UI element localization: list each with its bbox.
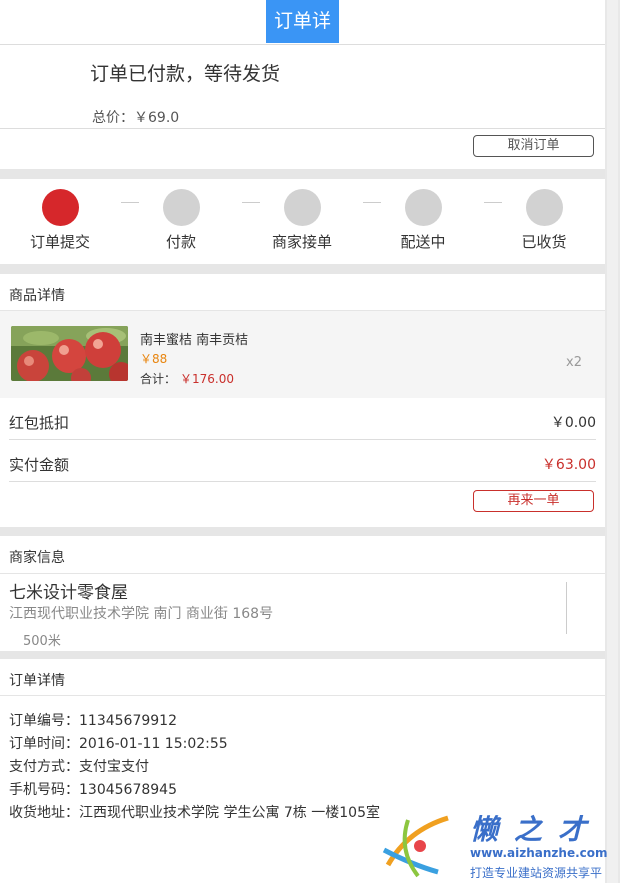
payment-method-label: 支付方式： xyxy=(9,759,79,775)
section-gap xyxy=(0,264,605,274)
step-label-paid: 付款 xyxy=(165,233,196,251)
shop-divider xyxy=(566,582,567,634)
paid-amount-row: 实付金额 ￥63.00 xyxy=(9,440,596,482)
discount-label: 红包抵扣 xyxy=(9,414,70,432)
step-label-delivering: 配送中 xyxy=(400,233,446,251)
order-number-label: 订单编号： xyxy=(9,713,79,729)
header-bar: 订单详情 xyxy=(0,0,605,75)
delivery-address-value: 江西现代职业技术学院 学生公寓 7栋 一楼105室 xyxy=(79,805,380,821)
order-number-value: 11345679912 xyxy=(79,713,177,729)
step-connector xyxy=(363,202,381,203)
order-section-header: 订单详情 xyxy=(0,659,605,696)
step-connector xyxy=(484,202,502,203)
section-gap xyxy=(0,651,605,659)
total-price: 总价：￥69.0 xyxy=(92,107,179,127)
section-gap xyxy=(0,169,605,179)
delivery-address-label: 收货地址： xyxy=(9,805,79,821)
total-price-label: 总价： xyxy=(92,110,134,126)
payment-method-value: 支付宝支付 xyxy=(79,759,149,775)
watermark-title: 懒之才 xyxy=(470,813,603,846)
step-label-accepted: 商家接单 xyxy=(271,233,332,251)
step-label-submitted: 订单提交 xyxy=(29,233,90,251)
paid-amount-value: ￥63.00 xyxy=(541,457,596,473)
product-section-header: 商品详情 xyxy=(0,274,605,311)
shop-distance: 500米 xyxy=(23,634,61,649)
order-progress-steps: 订单提交 付款 商家接单 配送中 已收货 xyxy=(0,179,605,264)
watermark-url: www.aizhanzhe.com xyxy=(470,846,608,860)
payment-method-line: 支付方式：支付宝支付 xyxy=(9,756,149,776)
product-unit-price: ￥88 xyxy=(140,352,168,366)
watermark-tagline: 打造专业建站资源共享平台 xyxy=(470,866,603,880)
product-subtotal: 合计： ￥176.00 xyxy=(140,370,234,387)
order-time-line: 订单时间：2016-01-11 15:02:55 xyxy=(9,733,228,753)
product-name: 南丰蜜桔 南丰贡桔 xyxy=(140,333,249,348)
paid-amount-label: 实付金额 xyxy=(9,456,70,474)
shop-section-title: 商家信息 xyxy=(9,550,65,566)
reorder-button[interactable]: 再来一单 xyxy=(473,490,594,512)
step-circle-received xyxy=(526,189,563,226)
shop-name: 七米设计零食屋 xyxy=(9,583,128,603)
delivery-address-line: 收货地址：江西现代职业技术学院 学生公寓 7栋 一楼105室 xyxy=(9,802,380,822)
step-circle-delivering xyxy=(405,189,442,226)
product-item[interactable]: 南丰蜜桔 南丰贡桔 ￥88 合计： ￥176.00 x2 xyxy=(0,311,605,398)
reorder-row: 再来一单 xyxy=(0,482,605,527)
order-number-line: 订单编号：11345679912 xyxy=(9,710,177,730)
step-circle-submitted xyxy=(42,189,79,226)
step-circle-paid xyxy=(163,189,200,226)
discount-row: 红包抵扣 ￥0.00 xyxy=(9,398,596,440)
product-subtotal-value: ￥176.00 xyxy=(180,372,235,386)
step-connector xyxy=(121,202,139,203)
discount-value: ￥0.00 xyxy=(550,415,596,431)
step-connector xyxy=(242,202,260,203)
shop-info[interactable]: 七米设计零食屋 江西现代职业技术学院 南门 商业街 168号 500米 xyxy=(0,573,605,651)
watermark: 懒之才 www.aizhanzhe.com 打造专业建站资源共享平台 xyxy=(378,806,613,883)
shop-section-header: 商家信息 xyxy=(0,536,605,573)
cancel-order-button[interactable]: 取消订单 xyxy=(473,135,594,157)
order-time-value: 2016-01-11 15:02:55 xyxy=(79,736,228,752)
phone-line: 手机号码：13045678945 xyxy=(9,779,177,799)
product-quantity: x2 xyxy=(566,355,582,370)
product-subtotal-label: 合计： xyxy=(140,372,177,386)
phone-value: 13045678945 xyxy=(79,782,177,798)
scrollbar-thumb[interactable] xyxy=(607,0,618,883)
order-detail-page: 订单详情 订单已付款，等待发货 总价：￥69.0 取消订单 订单提交 付款 商家… xyxy=(0,0,605,883)
step-circle-accepted xyxy=(284,189,321,226)
watermark-logo-icon xyxy=(382,815,449,878)
product-image xyxy=(11,326,128,381)
order-status-text: 订单已付款，等待发货 xyxy=(90,63,281,85)
order-section-title: 订单详情 xyxy=(9,673,65,689)
product-section-title: 商品详情 xyxy=(9,288,65,304)
order-time-label: 订单时间： xyxy=(9,736,79,752)
section-gap xyxy=(0,527,605,536)
cancel-row: 取消订单 xyxy=(0,129,605,169)
order-status-panel: 订单已付款，等待发货 总价：￥69.0 xyxy=(0,45,605,129)
phone-label: 手机号码： xyxy=(9,782,79,798)
page-title: 订单详情 xyxy=(266,0,339,75)
total-price-value: ￥69.0 xyxy=(134,110,180,126)
shop-address: 江西现代职业技术学院 南门 商业街 168号 xyxy=(9,606,274,622)
step-label-received: 已收货 xyxy=(521,233,567,251)
